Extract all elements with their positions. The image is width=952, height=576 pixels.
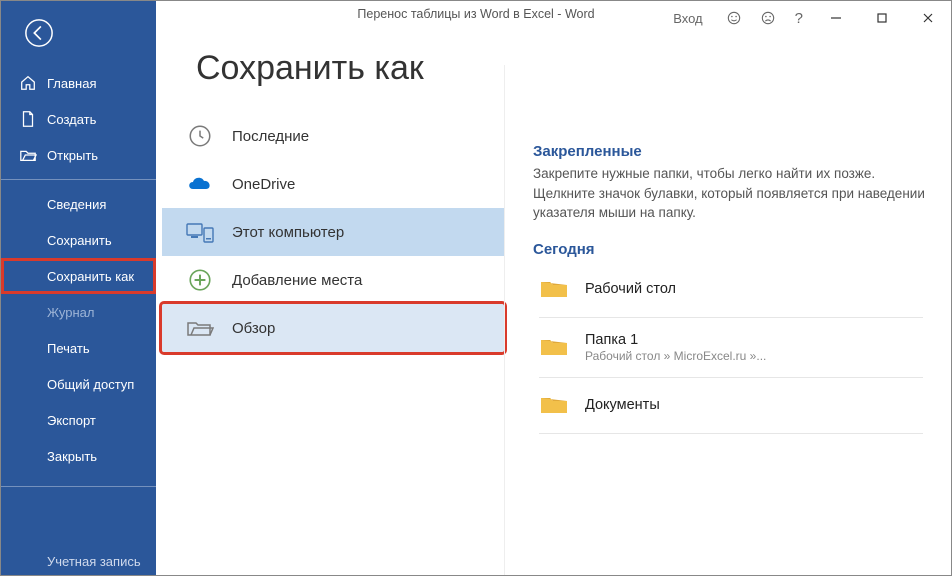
folders-column: Закрепленные Закрепите нужные папки, что… [504,65,951,575]
sidebar-item-home[interactable]: Главная [1,65,156,101]
help-icon[interactable]: ? [785,1,813,35]
page-title: Сохранить как [162,35,504,106]
location-label: Последние [232,128,309,145]
today-header: Сегодня [533,241,929,258]
sidebar-item-create[interactable]: Создать [1,101,156,137]
pinned-help-text: Закрепите нужные папки, чтобы легко найт… [533,164,929,223]
location-this-pc[interactable]: Этот компьютер [162,208,504,256]
document-title: Перенос таблицы из Word в Excel - Word [357,7,594,21]
location-onedrive[interactable]: OneDrive [162,160,504,208]
backstage-sidebar: Главная Создать Открыть Сведения Сохрани… [1,1,156,575]
location-list: Последние OneDrive Этот компьютер Добавл… [162,112,504,352]
sidebar-item-export[interactable]: Экспорт [1,402,156,438]
close-button[interactable] [905,1,951,35]
content-wrap: Сохранить как Последние OneDrive Этот ко… [156,35,951,575]
folder-text: Рабочий стол [585,281,676,297]
face-smile-icon[interactable] [717,1,751,35]
app-window: Главная Создать Открыть Сведения Сохрани… [0,0,952,576]
location-add-place[interactable]: Добавление места [162,256,504,304]
location-browse[interactable]: Обзор [162,304,504,352]
row-separator [539,433,923,434]
home-icon [19,74,37,92]
folder-title: Документы [585,397,660,413]
sidebar-item-label: Журнал [47,305,94,320]
sidebar-secondary-group: Сведения Сохранить Сохранить как Журнал … [1,186,156,474]
folder-icon [539,392,567,419]
sidebar-item-close[interactable]: Закрыть [1,438,156,474]
location-label: Добавление места [232,272,362,289]
browse-folder-icon [186,317,214,339]
location-label: Обзор [232,320,275,337]
sidebar-item-label: Открыть [47,148,98,163]
folder-title: Рабочий стол [585,281,676,297]
sidebar-item-label: Главная [47,76,96,91]
titlebar: Перенос таблицы из Word в Excel - Word В… [156,1,951,35]
sidebar-item-label: Закрыть [47,449,97,464]
sidebar-account-label[interactable]: Учетная запись [47,554,141,569]
sidebar-item-label: Сведения [47,197,106,212]
sidebar-item-label: Сохранить [47,233,112,248]
minimize-button[interactable] [813,1,859,35]
folder-text: Документы [585,397,660,413]
location-label: OneDrive [232,176,295,193]
folder-row[interactable]: Папка 1 Рабочий стол » MicroExcel.ru »..… [533,318,929,377]
folder-title: Папка 1 [585,332,766,348]
sidebar-item-label: Создать [47,112,96,127]
sidebar-separator [1,179,156,180]
sidebar-item-save[interactable]: Сохранить [1,222,156,258]
sidebar-separator [1,486,156,487]
sidebar-item-print[interactable]: Печать [1,330,156,366]
sidebar-item-history[interactable]: Журнал [1,294,156,330]
clock-icon [186,123,214,149]
sidebar-item-label: Сохранить как [47,269,134,284]
add-place-icon [186,267,214,293]
sidebar-item-label: Печать [47,341,90,356]
locations-column: Сохранить как Последние OneDrive Этот ко… [156,35,504,575]
pinned-header: Закрепленные [533,143,929,160]
sidebar-item-label: Общий доступ [47,377,134,392]
folder-icon [539,276,567,303]
folder-text: Папка 1 Рабочий стол » MicroExcel.ru »..… [585,332,766,363]
folder-icon [539,334,567,361]
folder-row[interactable]: Рабочий стол [533,262,929,317]
face-sad-icon[interactable] [751,1,785,35]
folder-row[interactable]: Документы [533,378,929,433]
this-pc-icon [186,220,214,244]
onedrive-icon [186,174,214,194]
back-button[interactable] [15,9,63,57]
sidebar-item-save-as[interactable]: Сохранить как [1,258,156,294]
location-label: Этот компьютер [232,224,344,241]
login-button[interactable]: Вход [659,1,716,35]
folder-subtitle: Рабочий стол » MicroExcel.ru »... [585,349,766,363]
sidebar-item-share[interactable]: Общий доступ [1,366,156,402]
location-recent[interactable]: Последние [162,112,504,160]
sidebar-item-open[interactable]: Открыть [1,137,156,173]
maximize-button[interactable] [859,1,905,35]
sidebar-item-label: Экспорт [47,413,96,428]
main-area: Перенос таблицы из Word в Excel - Word В… [156,1,951,575]
new-doc-icon [19,110,37,128]
open-folder-icon [19,146,37,164]
sidebar-item-info[interactable]: Сведения [1,186,156,222]
